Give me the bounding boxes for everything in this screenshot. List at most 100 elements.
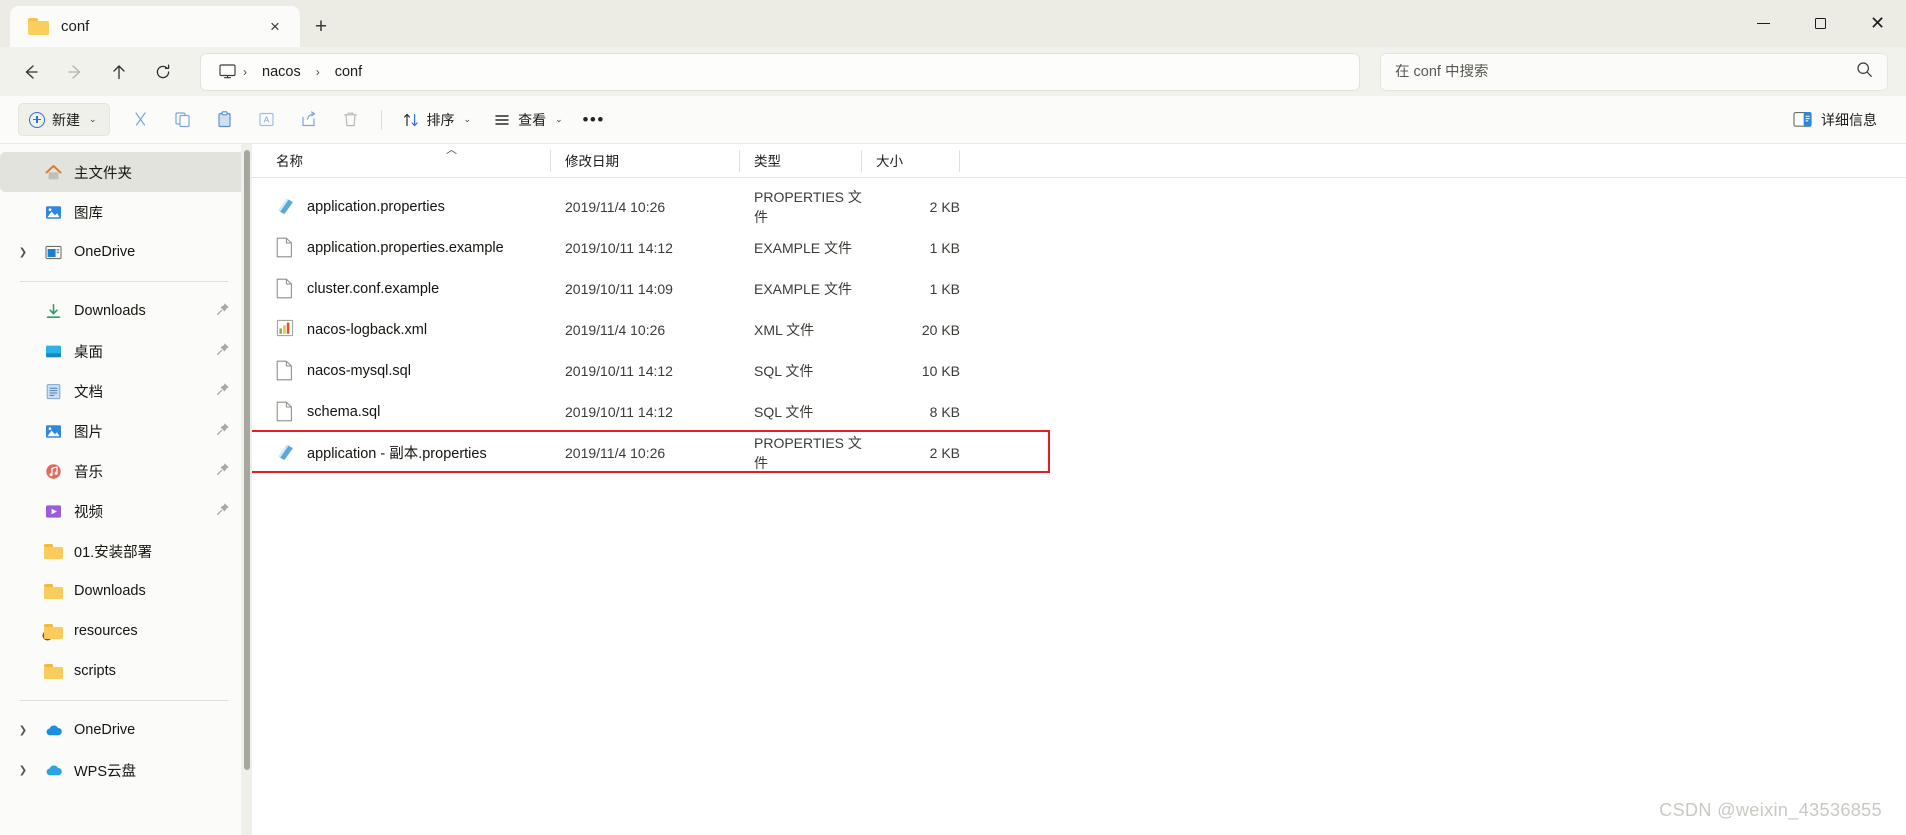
sidebar-item-onedrive[interactable]: ❯ OneDrive <box>0 710 244 750</box>
cell-size: 20 KB <box>921 321 960 338</box>
cell-size: 1 KB <box>929 280 960 297</box>
pin-icon[interactable] <box>216 502 230 521</box>
sidebar-item-音乐[interactable]: ❯音乐 <box>0 451 244 491</box>
main-body: ❯主文件夹❯图库❯OneDrive❯Downloads❯桌面❯文档❯图片❯音乐❯… <box>0 144 1906 835</box>
minimize-button[interactable] <box>1735 0 1792 47</box>
chevron-right-icon[interactable]: ❯ <box>14 725 32 736</box>
cell-type: PROPERTIES 文件 <box>754 434 862 471</box>
refresh-button[interactable] <box>142 54 184 90</box>
table-row[interactable]: application.properties 2019/11/4 10:26 PRO… <box>252 186 1906 227</box>
address-bar[interactable]: › nacos › conf <box>200 52 1360 91</box>
table-row[interactable]: application - 副本.properties 2019/11/4 10:… <box>252 432 1906 473</box>
pin-icon[interactable] <box>216 342 230 361</box>
minimize-icon <box>1757 23 1770 24</box>
downloads-icon <box>42 301 64 321</box>
cell-size: 2 KB <box>929 198 960 215</box>
file-rows: application.properties 2019/11/4 10:26 PRO… <box>252 178 1906 473</box>
pin-icon[interactable] <box>216 462 230 481</box>
breadcrumb-item-conf[interactable]: conf <box>326 60 371 84</box>
sidebar-item-downloads[interactable]: ❯Downloads <box>0 291 244 331</box>
column-header-name[interactable]: 名称 ︿ <box>276 144 551 177</box>
sidebar-item-图片[interactable]: ❯图片 <box>0 411 244 451</box>
cut-button[interactable] <box>120 102 162 138</box>
new-button[interactable]: 新建 ⌄ <box>18 103 110 136</box>
folder-icon <box>28 18 49 35</box>
close-window-button[interactable]: ✕ <box>1849 0 1906 47</box>
forward-arrow-icon <box>68 64 81 79</box>
search-input[interactable] <box>1395 63 1856 80</box>
sidebar-item-label: 文档 <box>74 384 103 401</box>
sidebar-item-resources[interactable]: ❯resources <box>0 611 244 651</box>
details-pane-icon <box>1793 112 1812 127</box>
this-pc-icon[interactable] <box>217 63 237 81</box>
copy-button[interactable] <box>162 102 204 138</box>
chevron-right-icon[interactable]: ❯ <box>14 247 32 258</box>
pin-icon[interactable] <box>216 422 230 441</box>
sidebar-item-桌面[interactable]: ❯桌面 <box>0 331 244 371</box>
breadcrumb-item-nacos[interactable]: nacos <box>253 60 310 84</box>
column-header-size[interactable]: 大小 <box>862 144 960 177</box>
sidebar-item-downloads[interactable]: ❯Downloads <box>0 571 244 611</box>
pin-icon[interactable] <box>216 382 230 401</box>
tab-conf[interactable]: conf × <box>10 6 300 47</box>
column-header-type[interactable]: 类型 <box>740 144 862 177</box>
sidebar-item-wps云盘[interactable]: ❯ WPS云盘 <box>0 750 244 790</box>
sidebar-item-label: 01.安装部署 <box>74 544 153 561</box>
new-button-label: 新建 <box>52 111 80 128</box>
table-row[interactable]: cluster.conf.example 2019/10/11 14:09 EXAM… <box>252 268 1906 309</box>
svg-text:A: A <box>264 115 270 125</box>
forward-button[interactable] <box>54 54 96 90</box>
new-tab-button[interactable]: + <box>300 6 342 47</box>
more-options-button[interactable]: ••• <box>574 103 614 136</box>
sidebar-item-视频[interactable]: ❯视频 <box>0 491 244 531</box>
sidebar-item-文档[interactable]: ❯文档 <box>0 371 244 411</box>
properties-file-icon <box>276 196 296 218</box>
search-icon[interactable] <box>1856 61 1873 83</box>
share-button[interactable] <box>288 102 330 138</box>
chevron-down-icon: ⌄ <box>463 114 472 124</box>
sidebar-scrollbar-track[interactable] <box>241 144 252 835</box>
table-row[interactable]: nacos-mysql.sql 2019/10/11 14:12 SQL 文件 10 … <box>252 350 1906 391</box>
up-button[interactable] <box>98 54 140 90</box>
view-button[interactable]: 查看 ⌄ <box>482 103 574 136</box>
back-button[interactable] <box>10 54 52 90</box>
table-row[interactable]: schema.sql 2019/10/11 14:12 SQL 文件 8 KB <box>252 391 1906 432</box>
folder-icon <box>42 661 64 681</box>
details-pane-button[interactable]: 详细信息 <box>1782 103 1888 136</box>
search-box[interactable] <box>1380 52 1888 91</box>
view-icon <box>495 114 509 125</box>
title-bar: conf × + ✕ <box>0 0 1906 47</box>
sidebar-item-主文件夹[interactable]: ❯主文件夹 <box>0 152 244 192</box>
sidebar-item-图库[interactable]: ❯图库 <box>0 192 244 232</box>
cell-type: EXAMPLE 文件 <box>754 239 853 256</box>
cell-name: application - 副本.properties <box>276 442 551 464</box>
details-pane-label: 详细信息 <box>1821 111 1877 128</box>
column-header-date[interactable]: 修改日期 <box>551 144 740 177</box>
watermark-text: CSDN @weixin_43536855 <box>1659 800 1882 820</box>
rename-button[interactable]: A <box>246 102 288 138</box>
sidebar-item-scripts[interactable]: ❯scripts <box>0 651 244 691</box>
chevron-down-icon: ⌄ <box>555 114 563 124</box>
navigation-bar: › nacos › conf <box>0 47 1906 96</box>
column-headers: 名称 ︿ 修改日期 类型 大小 <box>252 144 1906 178</box>
table-row[interactable]: application.properties.example 2019/10/11… <box>252 227 1906 268</box>
gallery-icon <box>42 202 64 222</box>
wps-cloud-icon <box>42 760 64 780</box>
pin-icon[interactable] <box>216 302 230 321</box>
blank-file-icon <box>276 237 296 259</box>
sidebar-item-onedrive[interactable]: ❯ OneDrive <box>0 232 244 272</box>
file-name-label: cluster.conf.example <box>307 280 440 297</box>
sidebar-item-01.安装部署[interactable]: ❯01.安装部署 <box>0 531 244 571</box>
table-row[interactable]: nacos-logback.xml 2019/11/4 10:26 XML 文件 20… <box>252 309 1906 350</box>
paste-button[interactable] <box>204 102 246 138</box>
maximize-button[interactable] <box>1792 0 1849 47</box>
sort-icon <box>403 113 418 126</box>
sidebar-scrollbar-thumb[interactable] <box>244 150 250 770</box>
sort-button[interactable]: 排序 ⌄ <box>391 103 483 136</box>
delete-button[interactable] <box>330 102 372 138</box>
sidebar-item-label: 主文件夹 <box>74 165 132 182</box>
breadcrumb-separator: › <box>315 64 320 79</box>
close-tab-icon[interactable]: × <box>260 12 290 42</box>
cell-type: SQL 文件 <box>754 403 814 420</box>
chevron-right-icon[interactable]: ❯ <box>14 765 32 776</box>
